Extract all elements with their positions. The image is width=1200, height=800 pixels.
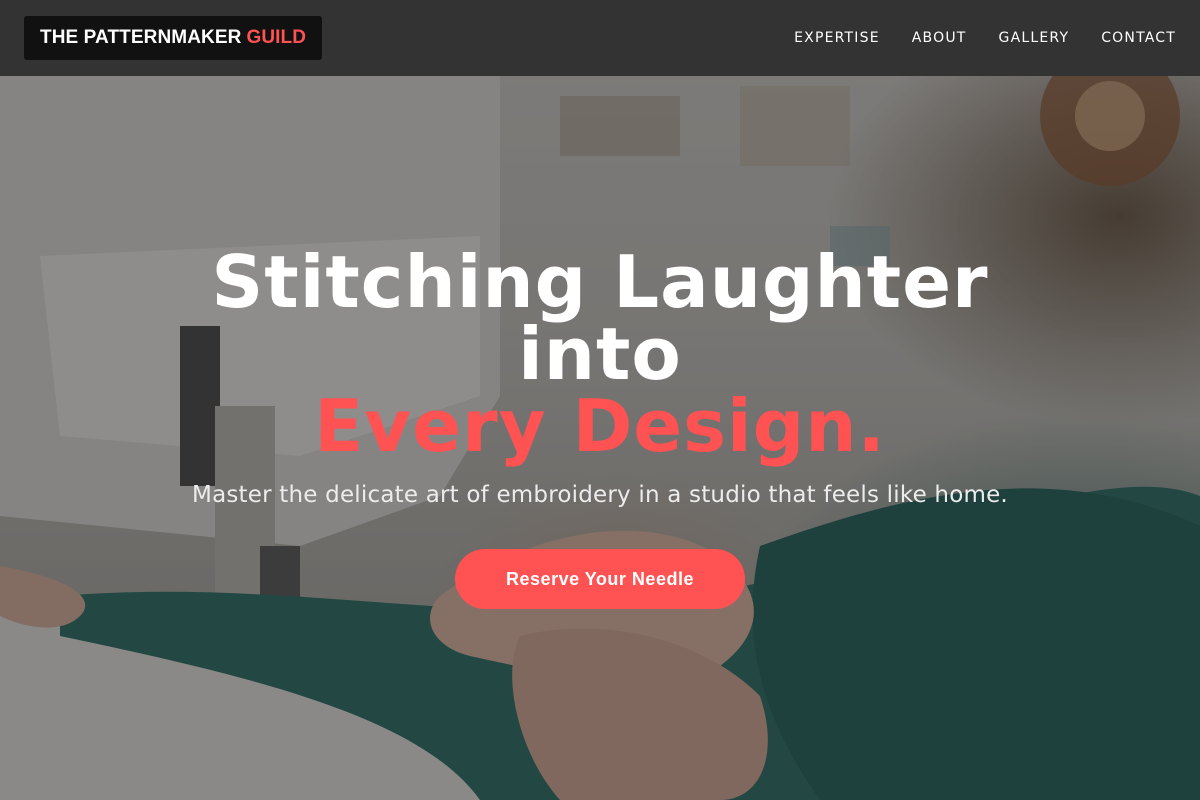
hero-title-line-1: Stitching Laughter: [211, 240, 989, 324]
hero-content: Stitching Laughter into Every Design. Ma…: [0, 246, 1200, 609]
nav-link-contact[interactable]: CONTACT: [1101, 30, 1176, 46]
site-logo[interactable]: THE PATTERNMAKER GUILD: [24, 16, 323, 60]
hero-section: Stitching Laughter into Every Design. Ma…: [0, 76, 1200, 800]
reserve-needle-button[interactable]: Reserve Your Needle: [455, 549, 745, 609]
site-header: THE PATTERNMAKER GUILD EXPERTISE ABOUT G…: [0, 0, 1200, 76]
nav-link-about[interactable]: ABOUT: [912, 30, 967, 46]
nav-link-expertise[interactable]: EXPERTISE: [794, 30, 880, 46]
hero-subtitle: Master the delicate art of embroidery in…: [192, 482, 1008, 508]
logo-accent-text: GUILD: [246, 27, 307, 48]
hero-title: Stitching Laughter into Every Design.: [0, 246, 1200, 462]
hero-title-line-2: into: [518, 312, 682, 396]
hero-title-accent: Every Design.: [314, 384, 886, 468]
logo-text: THE PATTERNMAKER: [40, 27, 242, 48]
nav-link-gallery[interactable]: GALLERY: [999, 30, 1070, 46]
main-nav: EXPERTISE ABOUT GALLERY CONTACT: [762, 30, 1176, 46]
